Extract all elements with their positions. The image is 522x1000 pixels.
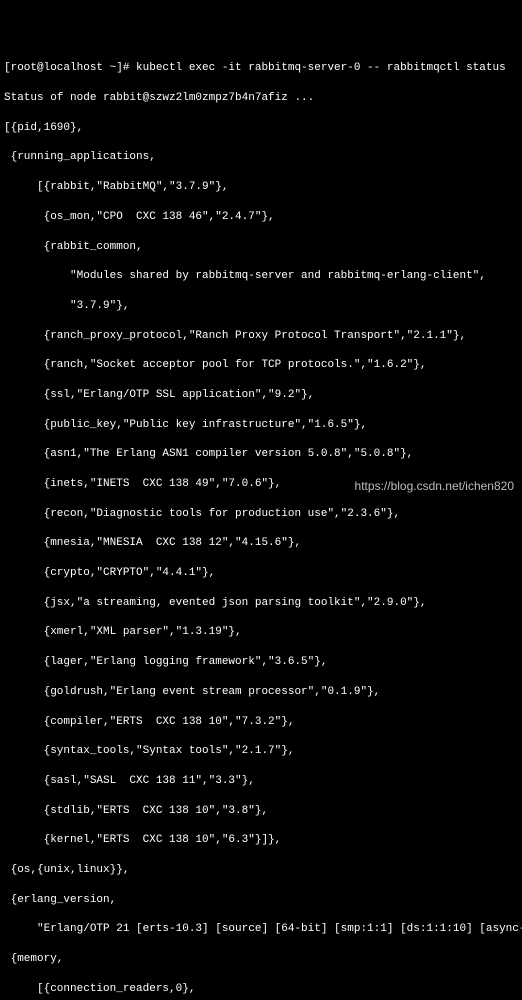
watermark: https://blog.csdn.net/ichen820 (355, 478, 514, 494)
app-line: {asn1,"The Erlang ASN1 compiler version … (4, 447, 518, 462)
app-line: {ranch_proxy_protocol,"Ranch Proxy Proto… (4, 329, 518, 344)
app-line: {ssl,"Erlang/OTP SSL application","9.2"}… (4, 388, 518, 403)
app-line: {stdlib,"ERTS CXC 138 10","3.8"}, (4, 804, 518, 819)
app-line: {rabbit_common, (4, 240, 518, 255)
running-apps-label: {running_applications, (4, 150, 518, 165)
erlang-version-value: "Erlang/OTP 21 [erts-10.3] [source] [64-… (4, 922, 518, 937)
app-line: {kernel,"ERTS CXC 138 10","6.3"}]}, (4, 833, 518, 848)
mem-line: [{connection_readers,0}, (4, 982, 518, 997)
app-line: {crypto,"CRYPTO","4.4.1"}, (4, 566, 518, 581)
app-line: [{rabbit,"RabbitMQ","3.7.9"}, (4, 180, 518, 195)
erlang-version-label: {erlang_version, (4, 893, 518, 908)
app-line: {goldrush,"Erlang event stream processor… (4, 685, 518, 700)
app-line: {lager,"Erlang logging framework","3.6.5… (4, 655, 518, 670)
app-line: {compiler,"ERTS CXC 138 10","7.3.2"}, (4, 715, 518, 730)
app-line: {os_mon,"CPO CXC 138 46","2.4.7"}, (4, 210, 518, 225)
app-line: {public_key,"Public key infrastructure",… (4, 418, 518, 433)
app-line: "Modules shared by rabbitmq-server and r… (4, 269, 518, 284)
app-line: {ranch,"Socket acceptor pool for TCP pro… (4, 358, 518, 373)
app-line: {jsx,"a streaming, evented json parsing … (4, 596, 518, 611)
app-line: {recon,"Diagnostic tools for production … (4, 507, 518, 522)
app-line: "3.7.9"}, (4, 299, 518, 314)
app-line: {xmerl,"XML parser","1.3.19"}, (4, 625, 518, 640)
app-line: {mnesia,"MNESIA CXC 138 12","4.15.6"}, (4, 536, 518, 551)
app-line: {syntax_tools,"Syntax tools","2.1.7"}, (4, 744, 518, 759)
terminal-line-header: [root@localhost ~]# kubectl exec -it rab… (4, 61, 518, 76)
memory-label: {memory, (4, 952, 518, 967)
pid-line: [{pid,1690}, (4, 121, 518, 136)
os-line: {os,{unix,linux}}, (4, 863, 518, 878)
app-line: {sasl,"SASL CXC 138 11","3.3"}, (4, 774, 518, 789)
status-line: Status of node rabbit@szwz2lm0zmpz7b4n7a… (4, 91, 518, 106)
